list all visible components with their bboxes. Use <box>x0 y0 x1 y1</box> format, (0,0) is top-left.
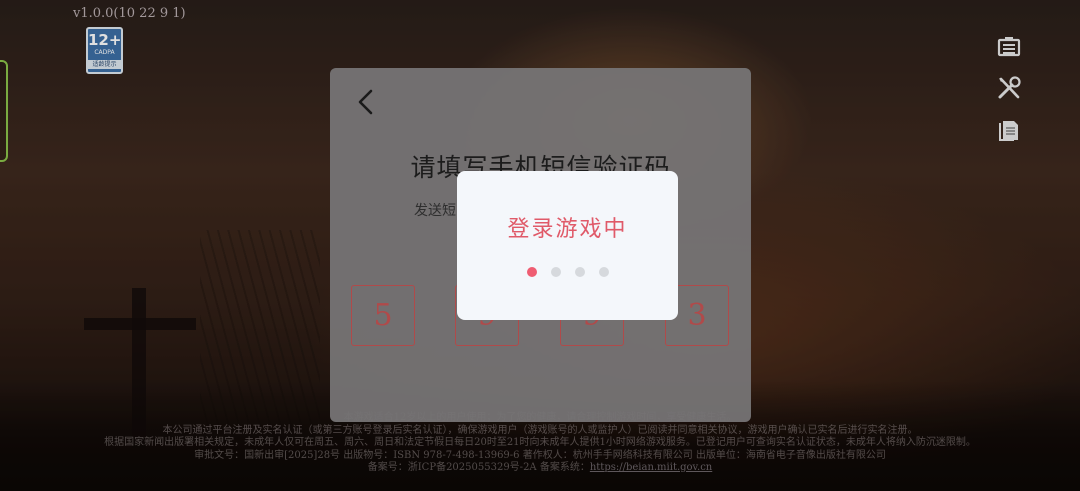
code-digit-box[interactable]: 5 <box>351 285 415 346</box>
back-button[interactable] <box>352 88 380 116</box>
loading-message: 登录游戏中 <box>507 217 628 242</box>
login-loading-popup: 登录游戏中 <box>457 171 678 320</box>
loading-dot <box>550 267 561 277</box>
loading-dot <box>526 267 537 277</box>
loading-dot <box>574 267 585 277</box>
loading-dot <box>598 267 609 277</box>
loading-indicator <box>457 267 678 277</box>
chevron-left-icon <box>358 89 373 115</box>
dialog-subtitle: 发送短 <box>414 203 456 219</box>
